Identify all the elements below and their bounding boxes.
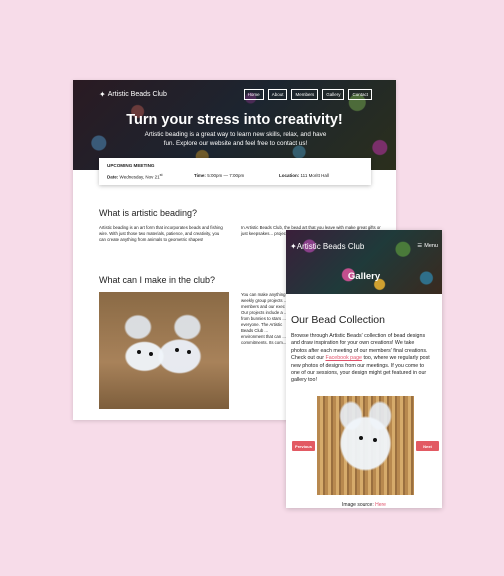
bead-eye (359, 436, 363, 440)
meeting-date: Date: Wednesday, Nov 21st (107, 173, 163, 180)
bead-logo-icon: ✦ (290, 242, 297, 251)
section-what-is-text: Artistic beading is an art form that inc… (99, 225, 223, 242)
gallery-bead-photo (317, 396, 414, 495)
nav-about[interactable]: About (267, 89, 288, 100)
meeting-location-value: 111 Moritt Hall (300, 173, 329, 178)
next-button[interactable]: Next (416, 441, 439, 451)
image-source-label: Image source: (342, 502, 376, 508)
bead-bunnies-photo (99, 292, 229, 409)
upcoming-meeting-card: UPCOMING MEETING Date: Wednesday, Nov 21… (99, 158, 371, 185)
meeting-location-label: Location: (279, 173, 300, 178)
menu-button[interactable]: ☰ Menu (417, 243, 438, 249)
section-heading-what-is: What is artistic beading? (99, 208, 198, 218)
hamburger-icon: ☰ (417, 243, 423, 249)
gallery-logo-text: Artistic Beads Club (296, 242, 365, 251)
collection-paragraph: Browse through Artistic Beads' collectio… (291, 333, 431, 385)
gallery-hero: ✦Artistic Beads Club ☰ Menu Gallery (286, 230, 442, 294)
meeting-time-label: Time: (194, 173, 206, 178)
bead-eye (187, 350, 191, 354)
nav-gallery[interactable]: Gallery (322, 89, 345, 100)
meeting-date-suffix: st (159, 173, 163, 177)
meeting-date-label: Date: (107, 174, 119, 180)
main-logo-text: Artistic Beads Club (107, 91, 167, 98)
bead-logo-icon: ✦ (99, 90, 106, 99)
main-logo[interactable]: ✦ Artistic Beads Club (99, 90, 167, 99)
bead-eye (149, 352, 153, 356)
meeting-time: Time: 5:00pm — 7:00pm (194, 173, 244, 178)
hero-banner: ✦ Artistic Beads Club Home About Members… (73, 80, 396, 170)
gallery-title: Gallery (347, 271, 381, 282)
hero-title: Turn your stress into creativity! (126, 112, 343, 128)
previous-button[interactable]: Previous (292, 441, 315, 451)
bead-eye (137, 350, 141, 354)
meeting-location: Location: 111 Moritt Hall (279, 173, 329, 178)
bead-eye (373, 438, 377, 442)
image-source-link[interactable]: Here (375, 502, 386, 508)
meeting-heading: UPCOMING MEETING (107, 163, 155, 168)
gallery-logo[interactable]: ✦Artistic Beads Club (290, 242, 364, 251)
bead-eye (175, 348, 179, 352)
meeting-time-value: 5:00pm — 7:00pm (207, 173, 245, 178)
hero-subtitle: Artistic beading is a great way to learn… (144, 131, 327, 147)
meeting-date-value: Wednesday, Nov 21 (119, 174, 160, 180)
section-heading-what-make: What can I make in the club? (99, 275, 216, 285)
section-make-text: You can make anything ... weekly group p… (241, 292, 291, 345)
collection-heading: Our Bead Collection (291, 314, 385, 326)
nav-members[interactable]: Members (291, 89, 319, 100)
main-nav: Home About Members Gallery Contact (243, 89, 372, 100)
image-source: Image source: Here (286, 502, 442, 508)
facebook-link[interactable]: Facebook page (325, 355, 362, 361)
gallery-mobile-window: ✦Artistic Beads Club ☰ Menu Gallery Our … (286, 230, 442, 508)
menu-label: Menu (424, 243, 438, 249)
nav-home[interactable]: Home (243, 89, 264, 100)
nav-contact[interactable]: Contact (348, 89, 372, 100)
